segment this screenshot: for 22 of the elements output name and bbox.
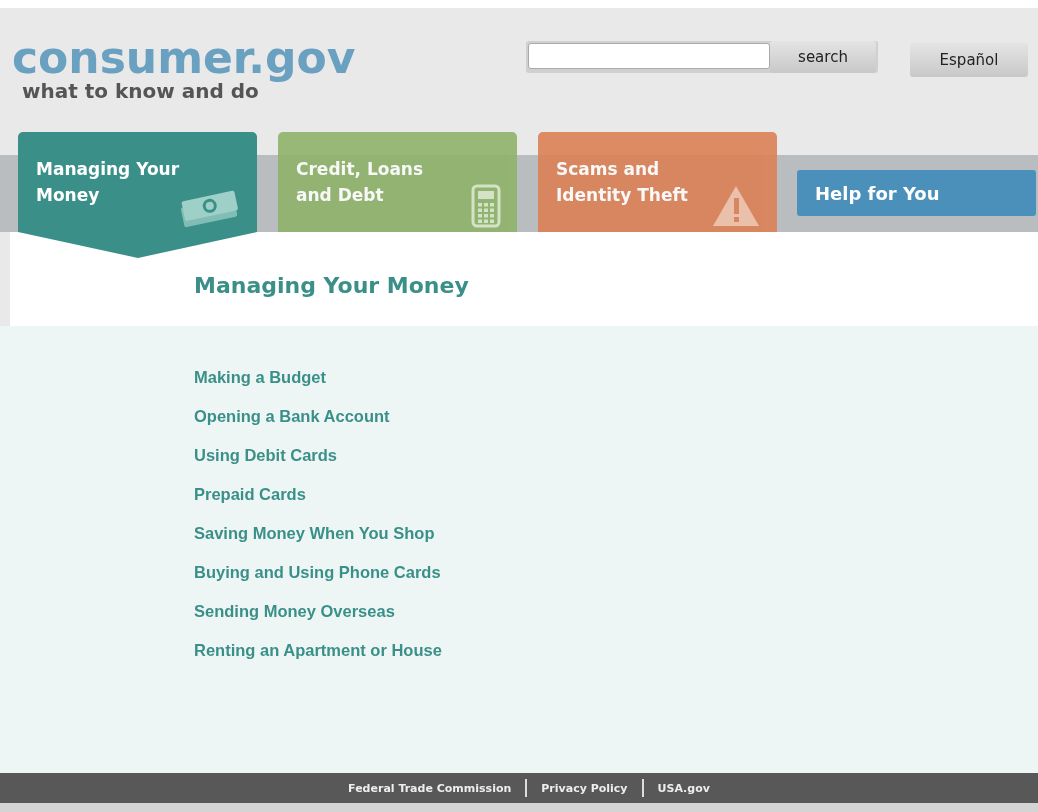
footer-link[interactable]: USA.gov — [643, 781, 724, 795]
language-button[interactable]: Español — [910, 43, 1028, 77]
topic-link[interactable]: Buying and Using Phone Cards — [194, 561, 441, 583]
warning-icon — [711, 184, 761, 228]
topic-link[interactable]: Sending Money Overseas — [194, 600, 395, 622]
calculator-icon — [471, 184, 501, 228]
help-button[interactable]: Help for You — [797, 170, 1036, 216]
site-logo[interactable]: consumer.gov — [12, 36, 356, 80]
topic-link[interactable]: Prepaid Cards — [194, 483, 306, 505]
topic-link[interactable]: Renting an Apartment or House — [194, 639, 442, 661]
nav-tab[interactable]: Credit, Loans and Debt — [278, 132, 517, 232]
search-field[interactable] — [528, 43, 770, 69]
nav-tab[interactable]: Scams and Identity Theft — [538, 132, 777, 232]
topic-link[interactable]: Opening a Bank Account — [194, 405, 390, 427]
topic-link[interactable]: Using Debit Cards — [194, 444, 338, 466]
topic-link[interactable]: Saving Money When You Shop — [194, 522, 435, 544]
footer-link[interactable]: Federal Trade Commission — [334, 781, 526, 795]
site-tagline: what to know and do — [22, 80, 259, 102]
section-title: Managing Your Money — [194, 273, 470, 298]
search-button[interactable]: search — [770, 41, 876, 73]
footer-link[interactable]: Privacy Policy — [527, 781, 642, 795]
topic-link[interactable]: Making a Budget — [194, 366, 326, 388]
